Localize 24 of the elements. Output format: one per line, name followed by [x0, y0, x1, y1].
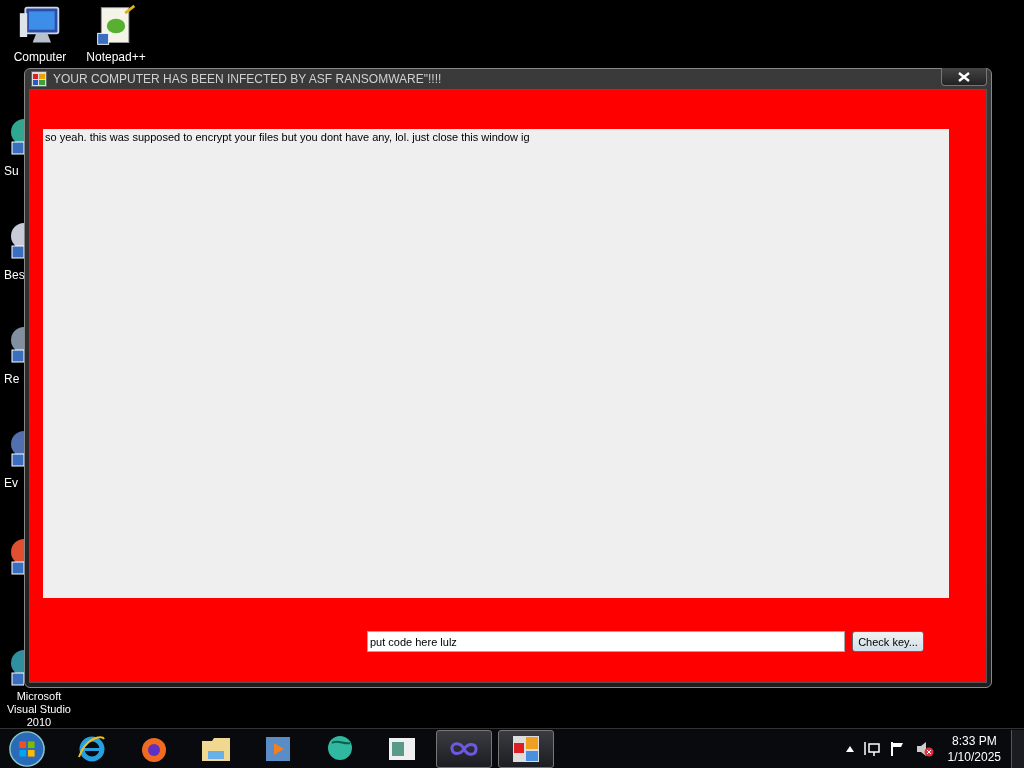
notepad-icon[interactable] [94, 4, 138, 48]
flag-icon[interactable] [889, 740, 906, 757]
network-icon[interactable] [863, 740, 880, 757]
close-button[interactable] [941, 68, 987, 86]
app-icon [31, 71, 47, 87]
clock-time[interactable]: 8:33 PM [951, 732, 997, 749]
key-field[interactable]: put code here lulz [367, 631, 845, 652]
close-icon [958, 71, 970, 82]
message-box[interactable]: so yeah. this was supposed to encrypt your files but you dont have any, lol. just close this window ig [43, 129, 949, 598]
check-key-button[interactable]: Check key... [852, 631, 924, 652]
desktop-icon-label[interactable]: Bes [4, 268, 25, 282]
taskbar-button[interactable] [498, 729, 554, 768]
desktop-icon-label[interactable]: Ev [4, 476, 18, 490]
start-button[interactable] [8, 729, 46, 768]
show-desktop-button[interactable] [1011, 729, 1024, 768]
desktop-icon-label[interactable]: Notepad++ [86, 50, 146, 64]
desktop-icon-label[interactable]: Computer [13, 50, 67, 64]
up-arrow-icon[interactable] [845, 745, 854, 752]
window-title: YOUR COMPUTER HAS BEEN INFECTED BY ASF RANSOMWARE"!!!! [53, 72, 442, 86]
desktop-icon-label[interactable]: Re [4, 372, 20, 386]
desktop-icon-label[interactable]: Su [4, 164, 19, 178]
desktop-icon-label[interactable]: Microsoft Visual Studio 2010 [2, 690, 76, 729]
speaker-muted-icon[interactable] [915, 740, 934, 757]
clock-date[interactable]: 1/10/2025 [947, 748, 1001, 765]
